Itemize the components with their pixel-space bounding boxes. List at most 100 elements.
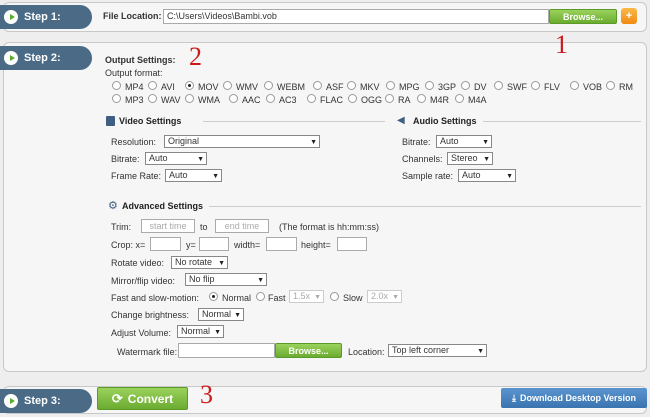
trim-to-label: to (200, 222, 208, 232)
crop-y-input[interactable] (199, 237, 229, 251)
motion-normal-radio[interactable] (209, 292, 218, 301)
crop-height-input[interactable] (337, 237, 367, 251)
watermark-file-input[interactable] (178, 343, 275, 358)
format-radio-vob[interactable] (570, 81, 579, 90)
samplerate-select[interactable]: Auto (458, 169, 516, 182)
step2-tab: Step 2: (0, 46, 92, 70)
download-desktop-button[interactable]: ⤓ Download Desktop Version (501, 388, 647, 408)
format-radio-ra[interactable] (385, 94, 394, 103)
audio-bitrate-select[interactable]: Auto (436, 135, 492, 148)
format-radio-ac3[interactable] (266, 94, 275, 103)
audio-bitrate-label: Bitrate: (402, 137, 431, 147)
mirror-label: Mirror/flip video: (111, 276, 176, 286)
framerate-label: Frame Rate: (111, 171, 162, 181)
framerate-select[interactable]: Auto (165, 169, 222, 182)
format-label-mkv: MKV (360, 82, 380, 92)
rotate-select[interactable]: No rotate (171, 256, 228, 269)
format-label-ac3: AC3 (279, 95, 297, 105)
location-label: Location: (348, 347, 385, 357)
channels-select[interactable]: Stereo (447, 152, 493, 165)
format-radio-m4a[interactable] (455, 94, 464, 103)
step2-label: Step 2: (24, 52, 61, 64)
advanced-settings-divider (209, 206, 641, 207)
format-radio-wma[interactable] (185, 94, 194, 103)
fast-speed-select[interactable]: 1.5x (289, 290, 324, 303)
format-radio-flv[interactable] (531, 81, 540, 90)
format-radio-m4r[interactable] (417, 94, 426, 103)
start-time-input[interactable]: start time (141, 219, 195, 233)
watermark-label: Watermark file: (117, 347, 178, 357)
browse-button[interactable]: Browse... (549, 9, 617, 24)
annotation-3: 3 (200, 380, 213, 409)
format-radio-asf[interactable] (313, 81, 322, 90)
format-radio-ogg[interactable] (348, 94, 357, 103)
output-settings-title: Output Settings: (105, 55, 176, 65)
format-label-wma: WMA (198, 95, 220, 105)
format-label-mp4: MP4 (125, 82, 144, 92)
format-label-mp3: MP3 (125, 95, 144, 105)
format-label-ra: RA (398, 95, 411, 105)
crop-x-input[interactable] (150, 237, 181, 251)
resolution-select[interactable]: Original (164, 135, 320, 148)
motion-slow-radio[interactable] (330, 292, 339, 301)
play-icon (4, 10, 18, 24)
format-radio-3gp[interactable] (425, 81, 434, 90)
file-path-input[interactable]: C:\Users\Videos\Bambi.vob (163, 9, 549, 24)
format-radio-avi[interactable] (148, 81, 157, 90)
format-label-swf: SWF (507, 82, 527, 92)
add-button[interactable]: + (621, 8, 637, 24)
format-radio-dv[interactable] (461, 81, 470, 90)
format-label-mov: MOV (198, 82, 219, 92)
step1-label: Step 1: (24, 11, 61, 23)
annotation-2: 2 (189, 42, 202, 71)
format-radio-aac[interactable] (229, 94, 238, 103)
format-radio-swf[interactable] (494, 81, 503, 90)
step3-label: Step 3: (24, 395, 61, 407)
format-label-flac: FLAC (320, 95, 344, 105)
advanced-settings-title: Advanced Settings (122, 201, 204, 211)
crop-x-label: Crop: x= (111, 240, 146, 250)
output-format-label: Output format: (105, 68, 163, 78)
crop-width-input[interactable] (266, 237, 297, 251)
brightness-select[interactable]: Normal (198, 308, 244, 321)
end-time-input[interactable]: end time (215, 219, 269, 233)
format-label-wav: WAV (161, 95, 181, 105)
motion-normal-label: Normal (222, 293, 252, 303)
play-icon (4, 51, 18, 65)
format-radio-webm[interactable] (264, 81, 273, 90)
format-radio-mpg[interactable] (386, 81, 395, 90)
mirror-select[interactable]: No flip (185, 273, 267, 286)
rotate-label: Rotate video: (111, 258, 165, 268)
plus-icon: + (625, 10, 633, 22)
convert-button[interactable]: ⟳ Convert (97, 387, 188, 410)
format-label-asf: ASF (326, 82, 344, 92)
video-bitrate-select[interactable]: Auto (145, 152, 207, 165)
audio-settings-divider (483, 121, 641, 122)
format-radio-mp4[interactable] (112, 81, 121, 90)
crop-width-label: width= (234, 240, 261, 250)
audio-settings-title: Audio Settings (413, 116, 477, 126)
file-location-label: File Location: (103, 11, 162, 21)
format-label-m4a: M4A (468, 95, 487, 105)
watermark-browse-button[interactable]: Browse... (275, 343, 342, 358)
motion-fast-radio[interactable] (256, 292, 265, 301)
samplerate-label: Sample rate: (402, 171, 454, 181)
channels-label: Channels: (402, 154, 443, 164)
motion-label: Fast and slow-motion: (111, 293, 200, 303)
video-settings-title: Video Settings (119, 116, 182, 126)
format-radio-mkv[interactable] (347, 81, 356, 90)
format-label-dv: DV (474, 82, 487, 92)
format-radio-wav[interactable] (148, 94, 157, 103)
annotation-1: 1 (555, 30, 568, 59)
format-radio-mp3[interactable] (112, 94, 121, 103)
format-radio-wmv[interactable] (223, 81, 232, 90)
format-radio-rm[interactable] (606, 81, 615, 90)
format-radio-mov[interactable] (185, 81, 194, 90)
slow-speed-select[interactable]: 2.0x (367, 290, 402, 303)
crop-y-label: y= (186, 240, 196, 250)
motion-slow-label: Slow (343, 293, 363, 303)
format-radio-flac[interactable] (307, 94, 316, 103)
volume-select[interactable]: Normal (177, 325, 224, 338)
format-label-m4r: M4R (430, 95, 450, 105)
location-select[interactable]: Top left corner (388, 344, 487, 357)
